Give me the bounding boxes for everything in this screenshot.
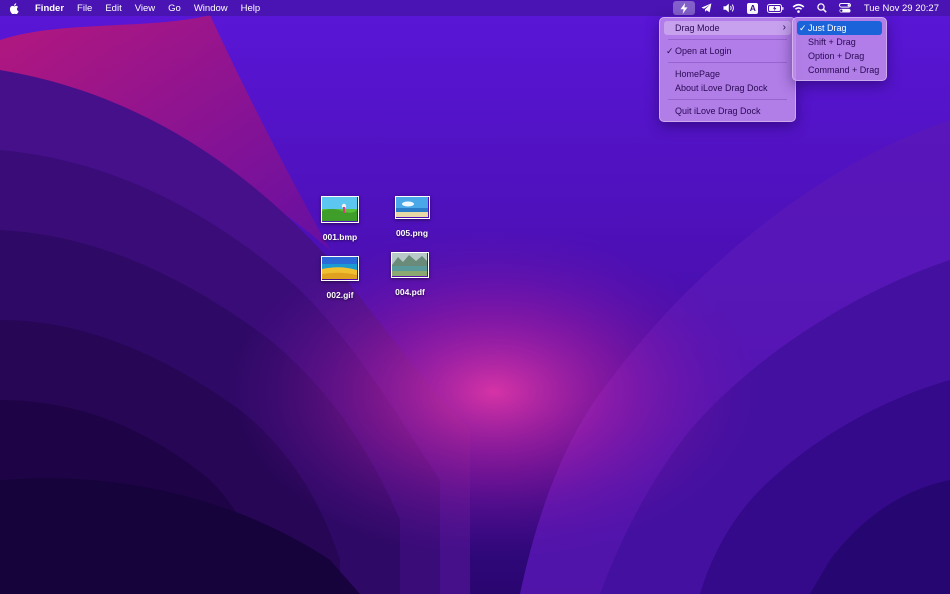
desktop-file-005-png[interactable]: 005.png [382,196,442,238]
menu-separator [668,39,787,40]
desktop-file-002-gif[interactable]: 002.gif [310,256,370,300]
menu-separator [668,62,787,63]
drag-dock-menu: Drag Mode › ✓ Open at Login HomePage Abo… [659,17,796,122]
drag-mode-label: Drag Mode [675,23,720,33]
quit-label: Quit iLove Drag Dock [675,106,761,116]
image-thumbnail [391,252,429,278]
menubar-clock[interactable]: Tue Nov 29 20:27 [864,3,939,14]
app-menu-finder[interactable]: Finder [35,3,64,14]
submenu-item-command-drag[interactable]: Command + Drag [797,63,882,77]
open-at-login-label: Open at Login [675,46,732,56]
apple-menu-icon[interactable] [9,2,29,14]
telegram-icon[interactable] [696,1,718,15]
file-label: 001.bmp [322,232,358,242]
menu-bar: Finder File Edit View Go Window Help A T… [0,0,950,16]
image-thumbnail [321,256,359,281]
submenu-item-shift-drag[interactable]: Shift + Drag [797,35,882,49]
submenu-item-option-drag[interactable]: Option + Drag [797,49,882,63]
battery-icon[interactable] [765,1,787,15]
file-label: 005.png [395,228,429,238]
command-drag-label: Command + Drag [808,65,880,75]
menu-item-quit[interactable]: Quit iLove Drag Dock [664,104,791,118]
image-thumbnail [394,196,430,219]
menu-go[interactable]: Go [168,3,181,14]
volume-icon[interactable] [719,1,741,15]
wifi-icon[interactable] [788,1,810,15]
desktop-file-001-bmp[interactable]: 001.bmp [310,196,370,242]
option-drag-label: Option + Drag [808,51,865,61]
input-source-letter: A [747,2,759,14]
shift-drag-label: Shift + Drag [808,37,856,47]
submenu-item-just-drag[interactable]: ✓ Just Drag [797,21,882,35]
input-source-icon[interactable]: A [742,1,764,15]
file-label: 002.gif [326,290,354,300]
control-center-icon[interactable] [834,1,856,15]
checkmark-icon: ✓ [666,46,674,56]
menu-item-open-at-login[interactable]: ✓ Open at Login [664,44,791,58]
menu-window[interactable]: Window [194,3,228,14]
menu-item-homepage[interactable]: HomePage [664,67,791,81]
menu-separator [668,99,787,100]
checkmark-icon: ✓ [799,23,807,33]
image-thumbnail [321,196,359,223]
drag-mode-submenu: ✓ Just Drag Shift + Drag Option + Drag C… [792,17,887,81]
file-label: 004.pdf [395,287,425,297]
drag-dock-icon[interactable] [672,1,695,15]
desktop-wallpaper [0,0,950,594]
chevron-right-icon: › [782,22,786,33]
spotlight-icon[interactable] [811,1,833,15]
menu-view[interactable]: View [135,3,155,14]
homepage-label: HomePage [675,69,721,79]
menu-item-about[interactable]: About iLove Drag Dock [664,81,791,95]
menu-help[interactable]: Help [241,3,261,14]
just-drag-label: Just Drag [808,23,847,33]
desktop-file-004-pdf[interactable]: 004.pdf [380,252,440,297]
menu-item-drag-mode[interactable]: Drag Mode › [664,21,791,35]
menu-file[interactable]: File [77,3,92,14]
about-label: About iLove Drag Dock [675,83,768,93]
menu-edit[interactable]: Edit [105,3,121,14]
